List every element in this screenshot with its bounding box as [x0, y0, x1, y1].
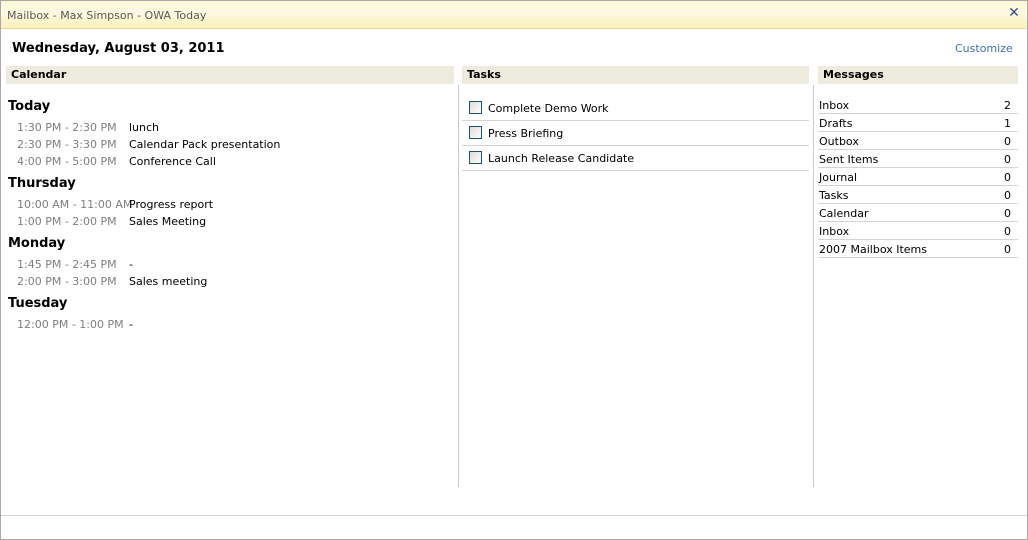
task-row[interactable]: Launch Release Candidate	[462, 146, 809, 171]
calendar-panel-header: Calendar	[6, 66, 454, 84]
appointment-subject[interactable]: Progress report	[129, 198, 213, 211]
task-row[interactable]: Press Briefing	[462, 121, 809, 146]
footer-divider	[1, 515, 1027, 516]
appointment-subject[interactable]: Sales meeting	[129, 275, 207, 288]
folder-name[interactable]: Inbox	[819, 99, 849, 112]
appointment-time: 10:00 AM - 11:00 AM	[17, 198, 133, 211]
task-checkbox[interactable]	[469, 126, 482, 139]
folder-row[interactable]: Drafts 1	[818, 114, 1018, 132]
folder-count: 0	[1004, 189, 1011, 202]
folder-name[interactable]: Sent Items	[819, 153, 878, 166]
customize-link[interactable]: Customize	[955, 42, 1013, 55]
task-checkbox[interactable]	[469, 101, 482, 114]
folder-name[interactable]: Inbox	[819, 225, 849, 238]
folder-row[interactable]: Inbox 2	[818, 96, 1018, 114]
appointment-subject[interactable]: lunch	[129, 121, 159, 134]
messages-panel-header: Messages	[818, 66, 1018, 84]
close-icon[interactable]: ✕	[1007, 6, 1021, 20]
task-label[interactable]: Press Briefing	[488, 127, 563, 140]
folder-name[interactable]: 2007 Mailbox Items	[819, 243, 927, 256]
appointment-time: 2:00 PM - 3:00 PM	[17, 275, 117, 288]
appointment-time: 12:00 PM - 1:00 PM	[17, 318, 124, 331]
folder-row[interactable]: Calendar 0	[818, 204, 1018, 222]
appointment-time: 1:30 PM - 2:30 PM	[17, 121, 117, 134]
folder-count: 2	[1004, 99, 1011, 112]
task-label[interactable]: Launch Release Candidate	[488, 152, 634, 165]
appointment-subject[interactable]: Conference Call	[129, 155, 216, 168]
appointment-time: 4:00 PM - 5:00 PM	[17, 155, 117, 168]
day-label-tuesday: Tuesday	[8, 296, 68, 311]
folder-name[interactable]: Outbox	[819, 135, 859, 148]
window-title: Mailbox - Max Simpson - OWA Today	[7, 9, 207, 22]
task-label[interactable]: Complete Demo Work	[488, 102, 609, 115]
folder-count: 1	[1004, 117, 1011, 130]
column-divider	[813, 85, 814, 487]
folder-name[interactable]: Tasks	[819, 189, 848, 202]
appointment-time: 1:45 PM - 2:45 PM	[17, 258, 117, 271]
appointment-subject[interactable]: -	[129, 258, 133, 271]
folder-count: 0	[1004, 153, 1011, 166]
page-title: Wednesday, August 03, 2011	[12, 41, 225, 56]
appointment-subject[interactable]: Calendar Pack presentation	[129, 138, 280, 151]
appointment-time: 2:30 PM - 3:30 PM	[17, 138, 117, 151]
day-label-monday: Monday	[8, 236, 66, 251]
folder-count: 0	[1004, 225, 1011, 238]
folder-row[interactable]: Inbox 0	[818, 222, 1018, 240]
folder-name[interactable]: Journal	[819, 171, 857, 184]
folder-count: 0	[1004, 135, 1011, 148]
appointment-subject[interactable]: Sales Meeting	[129, 215, 206, 228]
appointment-subject[interactable]: -	[129, 318, 133, 331]
folder-row[interactable]: Sent Items 0	[818, 150, 1018, 168]
folder-count: 0	[1004, 171, 1011, 184]
owa-today-window: Mailbox - Max Simpson - OWA Today ✕ Wedn…	[0, 0, 1028, 540]
task-row[interactable]: Complete Demo Work	[462, 96, 809, 121]
title-bar: Mailbox - Max Simpson - OWA Today ✕	[1, 1, 1027, 29]
tasks-panel-header: Tasks	[462, 66, 809, 84]
folder-row[interactable]: Outbox 0	[818, 132, 1018, 150]
column-divider	[458, 85, 459, 487]
day-label-thursday: Thursday	[8, 176, 76, 191]
folder-name[interactable]: Calendar	[819, 207, 868, 220]
task-checkbox[interactable]	[469, 151, 482, 164]
folder-count: 0	[1004, 243, 1011, 256]
folder-name[interactable]: Drafts	[819, 117, 852, 130]
day-label-today: Today	[8, 99, 51, 114]
folder-count: 0	[1004, 207, 1011, 220]
folder-row[interactable]: 2007 Mailbox Items 0	[818, 240, 1018, 258]
folder-row[interactable]: Journal 0	[818, 168, 1018, 186]
appointment-time: 1:00 PM - 2:00 PM	[17, 215, 117, 228]
folder-row[interactable]: Tasks 0	[818, 186, 1018, 204]
